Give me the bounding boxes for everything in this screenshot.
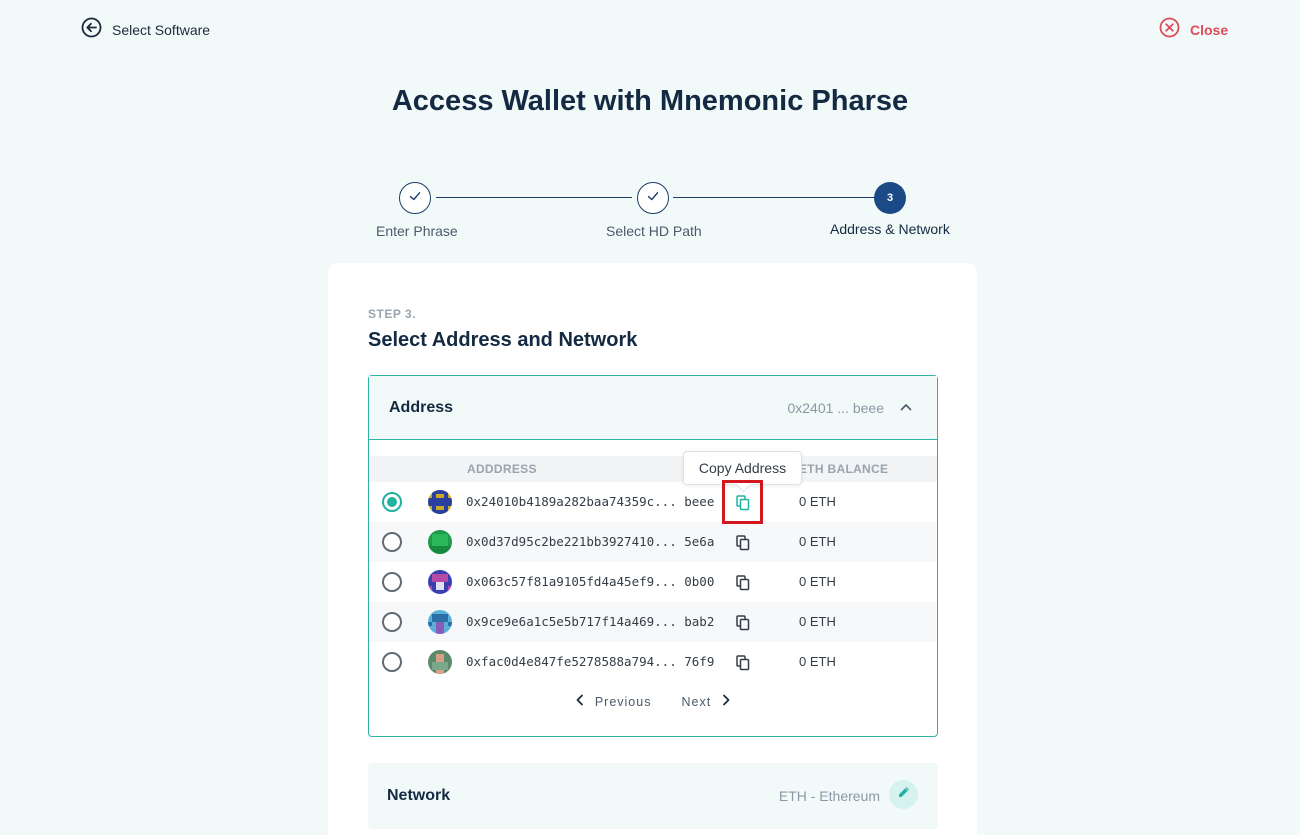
- address-value: 0x9ce9e6a1c5e5b717f14a469... bab2: [466, 614, 715, 629]
- eth-balance: 0 ETH: [799, 494, 836, 509]
- address-row[interactable]: 0x24010b4189a282baa74359c... beee 0 ETH: [369, 482, 937, 522]
- address-radio[interactable]: [382, 492, 402, 512]
- address-radio[interactable]: [382, 612, 402, 632]
- eth-balance: 0 ETH: [799, 574, 836, 589]
- address-value: 0x0d37d95c2be221bb3927410... 5e6a: [466, 534, 715, 549]
- step-label-address-network: Address & Network: [830, 221, 950, 237]
- identicon-avatar: [428, 530, 452, 554]
- step-connector: [436, 197, 632, 198]
- copy-icon[interactable]: [733, 653, 753, 673]
- address-panel-title: Address: [389, 398, 454, 416]
- card-title: Select Address and Network: [368, 329, 638, 351]
- close-label: Close: [1190, 22, 1229, 38]
- pagination: Previous Next: [369, 694, 937, 709]
- address-value: 0xfac0d4e847fe5278588a794... 76f9: [466, 654, 715, 669]
- next-page-button[interactable]: Next: [681, 694, 731, 709]
- step-card: STEP 3. Select Address and Network Addre…: [328, 263, 977, 835]
- identicon-avatar: [428, 490, 452, 514]
- identicon-avatar: [428, 570, 452, 594]
- address-row[interactable]: 0xfac0d4e847fe5278588a794... 76f9 0 ETH: [369, 642, 937, 682]
- network-panel-title: Network: [387, 787, 451, 804]
- pencil-icon: [897, 785, 911, 804]
- close-button[interactable]: Close: [1159, 17, 1228, 43]
- step-3-active: 3: [874, 182, 906, 214]
- address-value: 0x063c57f81a9105fd4a45ef9... 0b00: [466, 574, 715, 589]
- network-panel: Network ETH - Ethereum: [368, 763, 938, 829]
- page-title: Access Wallet with Mnemonic Pharse: [391, 85, 909, 117]
- step-2-done: [637, 182, 669, 214]
- step-1-done: [399, 182, 431, 214]
- column-header-address: ADDDRESS: [467, 462, 537, 476]
- address-table-header: ADDDRESS ETH BALANCE: [369, 456, 937, 482]
- eth-balance: 0 ETH: [799, 614, 836, 629]
- address-radio[interactable]: [382, 572, 402, 592]
- next-label: Next: [681, 694, 712, 709]
- eth-balance: 0 ETH: [799, 654, 836, 669]
- address-radio[interactable]: [382, 532, 402, 552]
- page: Select Software Close Access Wallet with…: [0, 0, 1300, 835]
- previous-page-button[interactable]: Previous: [575, 694, 652, 709]
- check-icon: [408, 189, 422, 208]
- network-value: ETH - Ethereum: [778, 788, 880, 804]
- edit-network-button[interactable]: [889, 780, 918, 809]
- highlight-box: [722, 480, 763, 524]
- address-panel: Address 0x2401 ... beee ADDDRESS ETH BAL…: [368, 375, 938, 737]
- step-label-enter-phrase: Enter Phrase: [376, 223, 458, 239]
- step-label-select-hd-path: Select HD Path: [606, 223, 702, 239]
- close-circle-icon: [1159, 17, 1180, 43]
- address-radio[interactable]: [382, 652, 402, 672]
- chevron-right-icon: [721, 694, 731, 709]
- identicon-avatar: [428, 650, 452, 674]
- stepper: 3 Enter Phrase Select HD Path Address & …: [0, 180, 1300, 250]
- check-icon: [646, 189, 660, 208]
- copy-icon[interactable]: [733, 533, 753, 553]
- chevron-left-icon: [575, 694, 585, 709]
- eth-balance: 0 ETH: [799, 534, 836, 549]
- address-row[interactable]: 0x063c57f81a9105fd4a45ef9... 0b00 0 ETH: [369, 562, 937, 602]
- selected-address-short: 0x2401 ... beee: [787, 399, 884, 416]
- address-value: 0x24010b4189a282baa74359c... beee: [466, 494, 715, 509]
- address-row[interactable]: 0x9ce9e6a1c5e5b717f14a469... bab2 0 ETH: [369, 602, 937, 642]
- chevron-up-icon[interactable]: [899, 400, 913, 419]
- column-header-balance: ETH BALANCE: [799, 462, 889, 476]
- back-to-select-software[interactable]: Select Software: [81, 17, 210, 43]
- copy-icon[interactable]: [733, 613, 753, 633]
- address-row[interactable]: 0x0d37d95c2be221bb3927410... 5e6a 0 ETH: [369, 522, 937, 562]
- copy-icon[interactable]: [733, 573, 753, 593]
- arrow-left-circle-icon: [81, 17, 102, 43]
- step-kicker: STEP 3.: [368, 307, 416, 321]
- back-label: Select Software: [112, 22, 211, 38]
- address-panel-header[interactable]: Address 0x2401 ... beee: [369, 376, 937, 440]
- identicon-avatar: [428, 610, 452, 634]
- step-connector: [673, 197, 875, 198]
- previous-label: Previous: [594, 694, 652, 709]
